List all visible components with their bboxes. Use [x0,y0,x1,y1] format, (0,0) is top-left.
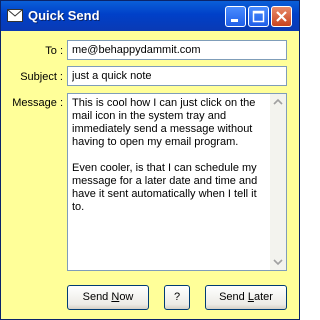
close-button[interactable] [271,6,292,27]
to-label: To : [45,45,63,57]
title-bar[interactable]: Quick Send [1,1,299,31]
chevron-up-icon [273,98,283,105]
quick-send-window: Quick Send To : Subject : Message : This… [0,0,300,320]
subject-field[interactable] [67,66,287,86]
envelope-icon [7,9,23,22]
maximize-button[interactable] [248,6,269,27]
send-now-label-end: ow [119,291,134,303]
message-text[interactable]: This is cool how I can just click on the… [72,97,268,214]
send-now-button[interactable]: Send Now [67,285,149,310]
to-field[interactable] [67,40,287,60]
close-icon [276,11,287,22]
subject-label: Subject : [20,71,63,83]
message-scrollbar[interactable] [270,94,286,270]
send-later-button[interactable]: Send Later [205,285,287,310]
maximize-icon [252,10,265,23]
window-title: Quick Send [28,8,100,23]
scroll-up-button[interactable] [270,94,286,110]
minimize-button[interactable] [225,6,246,27]
send-later-label-start: Send [219,291,248,303]
send-later-label-end: ater [253,291,273,303]
message-field[interactable]: This is cool how I can just click on the… [67,93,287,271]
message-label: Message : [12,97,63,109]
help-button[interactable]: ? [164,285,190,310]
minimize-icon [231,19,238,22]
chevron-down-icon [273,259,283,266]
scroll-down-button[interactable] [270,254,286,270]
send-now-label-start: Send [82,291,112,303]
